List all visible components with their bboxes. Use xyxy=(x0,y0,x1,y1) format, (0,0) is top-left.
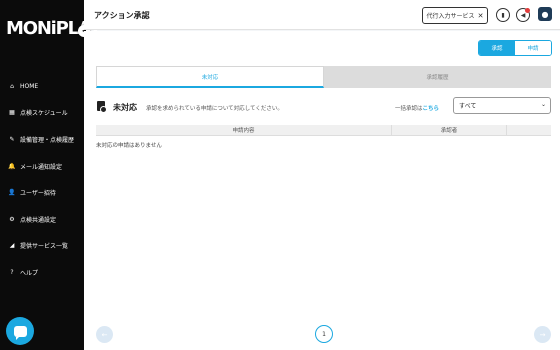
sidebar-item-label: メール通知設定 xyxy=(20,163,63,171)
tab-history[interactable]: 承認履歴 xyxy=(324,66,551,88)
bell-icon: 🔔 xyxy=(8,162,16,170)
gear-icon: ⚙ xyxy=(9,215,15,223)
proxy-input-service-button[interactable]: 代行入力サービス ✕ xyxy=(422,7,488,24)
bulk-approve-text: 一括承認はこちら xyxy=(395,104,439,112)
sidebar-item-home[interactable]: ⌂ HOME xyxy=(0,73,84,100)
approve-apply-toggle: 承認 申請 xyxy=(478,40,552,56)
sidebar-nav: ⌂ HOME ▦ 点検スケジュール ✎ 設備管理・点検履歴 🔔 メール通知設定 … xyxy=(0,73,84,286)
arrow-right-icon[interactable]: → xyxy=(534,326,551,343)
sidebar-item-label: 設備管理・点検履歴 xyxy=(20,136,75,144)
user-avatar-icon[interactable]: ● xyxy=(538,7,552,21)
chat-button[interactable] xyxy=(6,317,34,345)
empty-message: 未対応の申請はありません xyxy=(96,143,162,149)
bulk-approve-prefix: 一括承認は xyxy=(395,106,423,112)
sidebar-item-label: ヘルプ xyxy=(20,269,39,277)
chat-bubble-icon xyxy=(13,325,27,340)
calendar-icon: ▦ xyxy=(9,109,15,117)
column-header-actions xyxy=(507,125,551,135)
sidebar-item-label: 提供サービス一覧 xyxy=(20,243,69,251)
notification-bell-icon[interactable]: ◀ xyxy=(516,8,530,22)
page-number-button[interactable]: 1 xyxy=(315,325,333,343)
sidebar-item-invite[interactable]: 👤 ユーザー招待 xyxy=(0,179,84,206)
segment-approve[interactable]: 承認 xyxy=(479,41,515,55)
column-header-request: 申請内容 xyxy=(96,125,392,135)
sidebar-item-services[interactable]: ◢ 提供サービス一覧 xyxy=(0,233,84,260)
document-icon xyxy=(97,101,107,113)
tab-pending[interactable]: 未対応 xyxy=(96,66,324,88)
chevron-down-icon: ⌄ xyxy=(540,101,546,108)
sidebar: MONiPLAT ◂ ⌂ HOME ▦ 点検スケジュール ✎ 設備管理・点検履歴… xyxy=(0,0,102,350)
page-title: アクション承認 xyxy=(94,11,150,20)
segment-apply[interactable]: 申請 xyxy=(515,41,551,55)
header: アクション承認 代行入力サービス ✕ ▮ ◀ ● xyxy=(84,0,560,30)
sidebar-item-common-settings[interactable]: ⚙ 点検共通設定 xyxy=(0,206,84,233)
section-description: 承認を求められている申請について対応してください。 xyxy=(146,106,283,112)
column-header-approver: 承認者 xyxy=(392,125,507,135)
sidebar-item-equipment[interactable]: ✎ 設備管理・点検履歴 xyxy=(0,126,84,153)
megaphone-icon: ◢ xyxy=(9,242,15,250)
table-header: 申請内容 承認者 xyxy=(96,125,551,136)
sidebar-item-label: ユーザー招待 xyxy=(20,190,56,198)
notification-dot xyxy=(525,8,530,13)
filter-select[interactable]: すべて ⌄ xyxy=(453,97,551,114)
sidebar-item-label: 点検共通設定 xyxy=(20,216,57,224)
close-icon: ✕ xyxy=(477,11,484,20)
arrow-left-icon[interactable]: ← xyxy=(96,326,113,343)
proxy-button-label: 代行入力サービス xyxy=(426,13,475,20)
section-title: 未対応 xyxy=(113,103,137,112)
user-add-icon: 👤 xyxy=(8,189,16,197)
tab-bar: 未対応 承認履歴 xyxy=(96,66,551,88)
sidebar-item-schedule[interactable]: ▦ 点検スケジュール xyxy=(0,100,84,127)
sidebar-item-label: HOME xyxy=(20,82,39,90)
sidebar-item-label: 点検スケジュール xyxy=(20,110,68,118)
home-icon: ⌂ xyxy=(10,82,14,90)
building-icon[interactable]: ▮ xyxy=(496,8,510,22)
filter-select-value: すべて xyxy=(459,103,477,110)
wrench-icon: ✎ xyxy=(9,135,15,143)
help-icon: ? xyxy=(10,268,14,276)
sidebar-item-help[interactable]: ? ヘルプ xyxy=(0,259,84,286)
sidebar-item-mail-settings[interactable]: 🔔 メール通知設定 xyxy=(0,153,84,180)
main-content: 承認 申請 未対応 承認履歴 未対応 承認を求められている申請について対応してく… xyxy=(84,31,560,350)
bulk-approve-link[interactable]: こちら xyxy=(423,106,440,112)
